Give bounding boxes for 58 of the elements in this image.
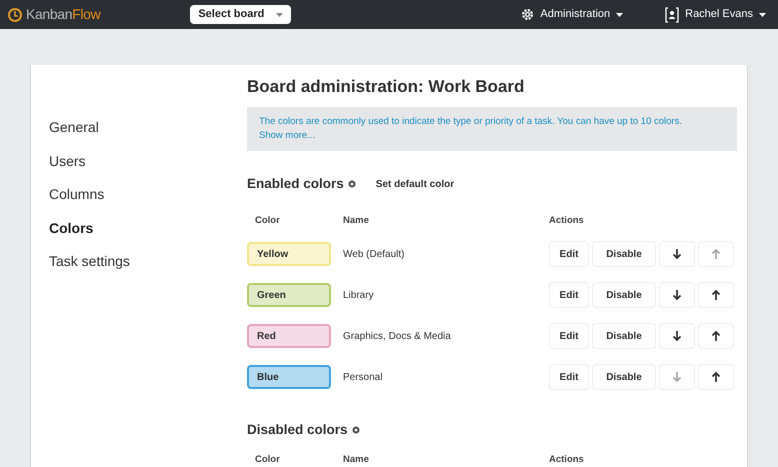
board-select[interactable]: Select board: [190, 5, 292, 24]
column-header: Actions: [549, 452, 584, 467]
move-down-button[interactable]: [659, 282, 695, 308]
section-heading: Disabled colors: [247, 420, 348, 439]
arrow-down-icon: [672, 330, 682, 342]
caret-icon: [616, 12, 624, 16]
info-message: The colors are commonly used to indicate the type or priority of a task. You can have up to 10 colors. Show more...: [247, 106, 737, 151]
move-up-button[interactable]: [698, 282, 734, 308]
admin-menu[interactable]: Administration: [521, 6, 624, 23]
color-swatch[interactable]: Red: [247, 324, 331, 348]
color-name: Web (Default): [343, 248, 406, 262]
color-name: Graphics, Docs & Media: [343, 330, 452, 344]
user-menu[interactable]: Rachel Evans: [665, 6, 766, 23]
section-heading: Enabled colors: [247, 175, 344, 194]
settings-icon: [521, 8, 534, 21]
user-icon: [665, 6, 680, 22]
arrow-up-icon: [711, 248, 721, 260]
sidebar-item[interactable]: Columns: [49, 184, 247, 218]
sidebar-item[interactable]: Colors: [49, 218, 247, 251]
color-name: Personal: [343, 370, 384, 385]
edit-button[interactable]: Edit: [549, 364, 589, 390]
move-up-button[interactable]: [698, 323, 734, 350]
arrow-down-icon: [672, 371, 682, 384]
move-down-button[interactable]: [659, 323, 695, 350]
color-name: Library: [343, 288, 375, 303]
arrow-down-icon: [672, 248, 682, 260]
edit-button[interactable]: Edit: [549, 282, 589, 308]
color-swatch[interactable]: Yellow: [247, 242, 331, 266]
page-title: Board administration: Work Board: [247, 76, 526, 98]
column-header: Actions: [549, 214, 584, 228]
column-header: Color: [254, 452, 281, 467]
set-default-button[interactable]: Set default color: [368, 172, 462, 196]
sidebar-item[interactable]: General: [49, 117, 247, 150]
color-swatch[interactable]: Green: [247, 283, 331, 308]
arrow-up-icon: [711, 371, 721, 384]
disable-button[interactable]: Disable: [592, 323, 656, 350]
help-icon[interactable]: [348, 180, 356, 188]
help-icon[interactable]: [352, 426, 360, 434]
disable-button[interactable]: Disable: [592, 282, 656, 308]
arrow-up-icon: [711, 330, 721, 342]
edit-button[interactable]: Edit: [549, 241, 589, 268]
caret-icon: [759, 12, 766, 16]
column-header: Name: [343, 452, 370, 467]
sidebar-item[interactable]: Task settings: [49, 251, 247, 284]
sidebar-item[interactable]: Users: [49, 150, 247, 184]
disable-button[interactable]: Disable: [592, 241, 656, 268]
color-swatch[interactable]: Blue: [247, 365, 331, 390]
arrow-up-icon: [711, 289, 721, 302]
logo-text: KanbanFlow: [26, 5, 100, 24]
move-up-button[interactable]: [698, 364, 734, 390]
edit-button[interactable]: Edit: [549, 323, 589, 350]
disable-button[interactable]: Disable: [592, 364, 656, 390]
column-header: Color: [254, 214, 281, 228]
move-down-button[interactable]: [659, 241, 695, 268]
logo-icon: [8, 8, 22, 22]
caret-icon: [276, 12, 284, 16]
arrow-down-icon: [672, 289, 682, 302]
column-header: Name: [343, 214, 370, 228]
